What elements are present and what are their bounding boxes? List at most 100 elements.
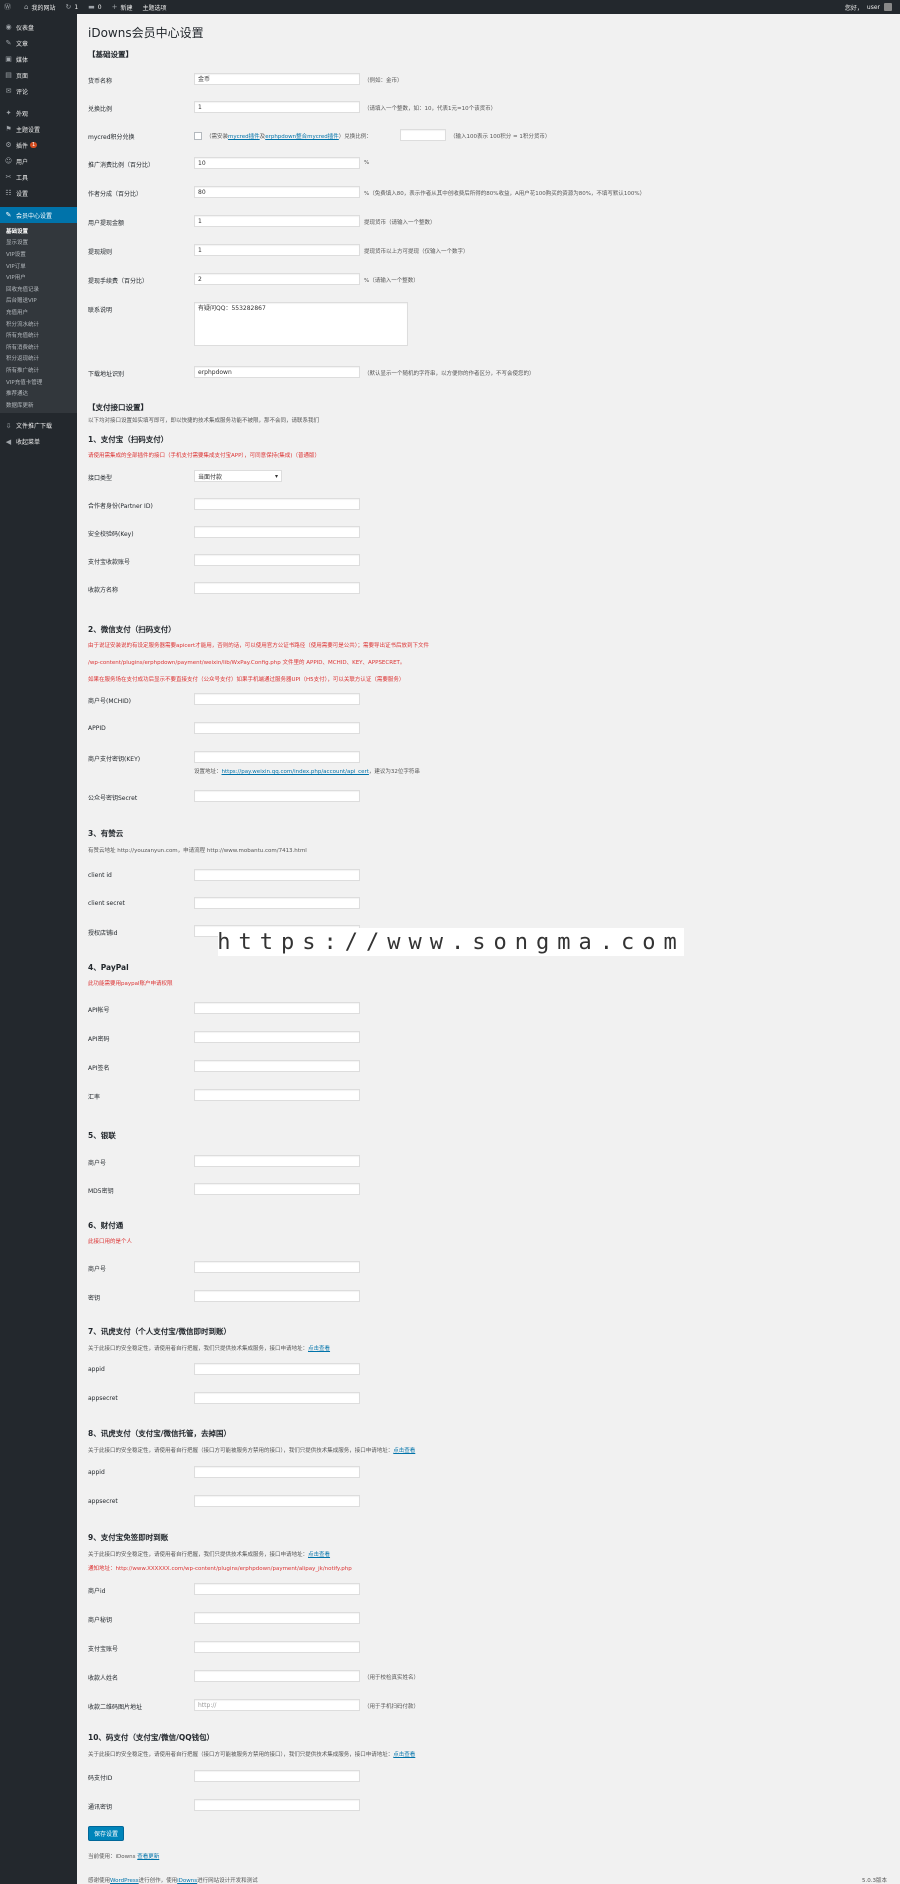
tenpay-id-input[interactable] [194,1261,360,1273]
alipay-f2f-qr-input[interactable]: http:// [194,1699,360,1711]
unionpay-md5-input[interactable] [194,1183,360,1195]
xunhu-hosted-secret-input[interactable] [194,1495,360,1507]
wordpress-logo-icon[interactable]: Ⓦ [4,2,14,12]
sidebar-item-theme-options[interactable]: ⚑ 主题设置 [0,121,77,137]
sidebar-item-posts[interactable]: ✎ 文章 [0,35,77,51]
sidebar-item-media[interactable]: ▣ 媒体 [0,51,77,67]
sidebar-item-tools[interactable]: ✂ 工具 [0,169,77,185]
alipay-seller-input[interactable] [194,582,360,594]
xunhu-personal-appid-input[interactable] [194,1363,360,1375]
alipay-f2f-name-input[interactable] [194,1670,360,1682]
account-menu[interactable]: 您好， user [845,3,892,12]
codepay-link[interactable]: 点击查看 [393,1752,415,1758]
alipay-f2f-key-input[interactable] [194,1612,360,1624]
admin-toolbar: Ⓦ ⌂ 我的网站 ↻ 1 ▬ 0 + 新建 主题选项 您好， user [0,0,900,14]
submenu-item[interactable]: VIP充值卡管理 [0,376,77,388]
updates-link[interactable]: ↻ 1 [65,3,78,11]
tenpay-heading: 6、财付通 [88,1221,124,1230]
mycred-rate-input[interactable] [400,129,446,141]
paypal-rate-input[interactable] [194,1089,360,1101]
sidebar-item-settings[interactable]: ☷ 设置 [0,185,77,201]
mycred-integration-link[interactable]: erphpdown整合mycred插件 [265,134,339,140]
ali-rate-input[interactable]: 10 [194,157,360,169]
xunhu-hosted-secret-label: appsecret [88,1498,118,1505]
xunhu-hosted-link[interactable]: 点击查看 [393,1448,415,1454]
min-withdraw-desc: 提现货币（请输入一个整数） [364,220,436,226]
mycred-checkbox[interactable] [194,132,202,140]
submenu-item[interactable]: 回收充值记录 [0,283,77,295]
plus-icon: + [111,3,118,11]
sidebar-item-comments[interactable]: ✉ 评论 [0,83,77,99]
xunhu-personal-secret-input[interactable] [194,1392,360,1404]
save-settings-button[interactable]: 保存设置 [88,1826,125,1841]
alipay-f2f-id-input[interactable] [194,1583,360,1595]
submenu-item[interactable]: 积分流水统计 [0,318,77,330]
unionpay-mch-input[interactable] [194,1155,360,1167]
sidebar-item-pages[interactable]: ▤ 页面 [0,67,77,83]
contact-textarea[interactable]: 有疑问QQ：553282867 [194,302,408,346]
rate-input[interactable]: 1 [194,101,360,113]
alipay-partner-input[interactable] [194,498,360,510]
xunhu-hosted-appid-input[interactable] [194,1466,360,1478]
alipay-key-input[interactable] [194,526,360,538]
sidebar-item-users[interactable]: ☺ 用户 [0,153,77,169]
sidebar-item-collapse[interactable]: ◀ 收起菜单 [0,434,77,450]
alipay-account-input[interactable] [194,554,360,566]
submenu-item[interactable]: 所有推广统计 [0,364,77,376]
submenu-item[interactable]: VIP设置 [0,248,77,260]
sidebar-item-plugins[interactable]: ⚙ 插件 1 [0,137,77,153]
submenu-item[interactable]: 所有消费统计 [0,341,77,353]
submenu-item[interactable]: VIP订单 [0,260,77,272]
mycred-plugin-link[interactable]: mycred插件 [228,134,260,140]
fee-input[interactable]: 2 [194,273,360,285]
author-rate-input[interactable]: 80 [194,186,360,198]
sidebar-item-member-center[interactable]: ✎ 会员中心设置 [0,207,77,223]
submenu-item[interactable]: 后台赠送VIP [0,295,77,307]
youzan-id-input[interactable] [194,869,360,881]
codepay-heading: 10、码支付（支付宝/微信/QQ钱包） [88,1733,215,1742]
submenu-item[interactable]: 推荐通达 [0,387,77,399]
theme-link[interactable]: iDowns [177,1878,197,1884]
submenu-item[interactable]: 所有充值统计 [0,329,77,341]
wechat-appid-input[interactable] [194,722,360,734]
theme-options-link[interactable]: 主题选项 [143,3,167,12]
wechat-mch-input[interactable] [194,693,360,705]
submenu-item[interactable]: 基础设置 [0,225,77,237]
download-input[interactable]: erphpdown [194,366,360,378]
withdraw-rule-input[interactable]: 1 [194,244,360,256]
wordpress-link[interactable]: WordPress [110,1878,139,1884]
sidebar-item-appearance[interactable]: ✦ 外观 [0,105,77,121]
sidebar-item-label: 工具 [16,174,29,182]
media-icon: ▣ [5,55,12,63]
submenu-item[interactable]: 显示设置 [0,237,77,249]
wechat-api-cert-link[interactable]: https://pay.weixin.qq.com/index.php/acco… [222,769,369,775]
alipay-f2f-link[interactable]: 点击查看 [308,1552,330,1558]
xunhu-personal-link[interactable]: 点击查看 [308,1346,330,1352]
min-withdraw-input[interactable]: 1 [194,215,360,227]
alipay-f2f-account-input[interactable] [194,1641,360,1653]
wechat-key-input[interactable] [194,751,360,763]
currency-name-input[interactable]: 金币 [194,73,360,85]
comments-link[interactable]: ▬ 0 [88,3,101,11]
tenpay-key-input[interactable] [194,1290,360,1302]
submenu-item[interactable]: 积分返现统计 [0,353,77,365]
paypal-api-input[interactable] [194,1002,360,1014]
new-content-link[interactable]: + 新建 [112,3,133,12]
site-name-link[interactable]: ⌂ 我的网站 [24,3,55,12]
submenu-item[interactable]: 数据库更新 [0,399,77,411]
codepay-id-input[interactable] [194,1770,360,1782]
paypal-sig-input[interactable] [194,1060,360,1072]
submenu-item[interactable]: 充值用户 [0,306,77,318]
alipay-f2f-heading: 9、支付宝免签即时到账 [88,1533,169,1542]
paypal-pwd-input[interactable] [194,1031,360,1043]
submenu-item[interactable]: VIP用户 [0,271,77,283]
sidebar-item-dashboard[interactable]: ◉ 仪表盘 [0,19,77,35]
alipay-type-select[interactable]: 当面付款 ▾ [194,470,282,482]
sidebar-item-download[interactable]: ⇩ 文件推广下载 [0,418,77,434]
ali-rate-label: 推广消费比例（百分比） [88,162,155,169]
plugins-icon: ⚙ [5,141,12,149]
check-update-link[interactable]: 查看更新 [137,1854,159,1860]
wechat-secret-input[interactable] [194,790,360,802]
youzan-secret-input[interactable] [194,897,360,909]
codepay-key-input[interactable] [194,1799,360,1811]
